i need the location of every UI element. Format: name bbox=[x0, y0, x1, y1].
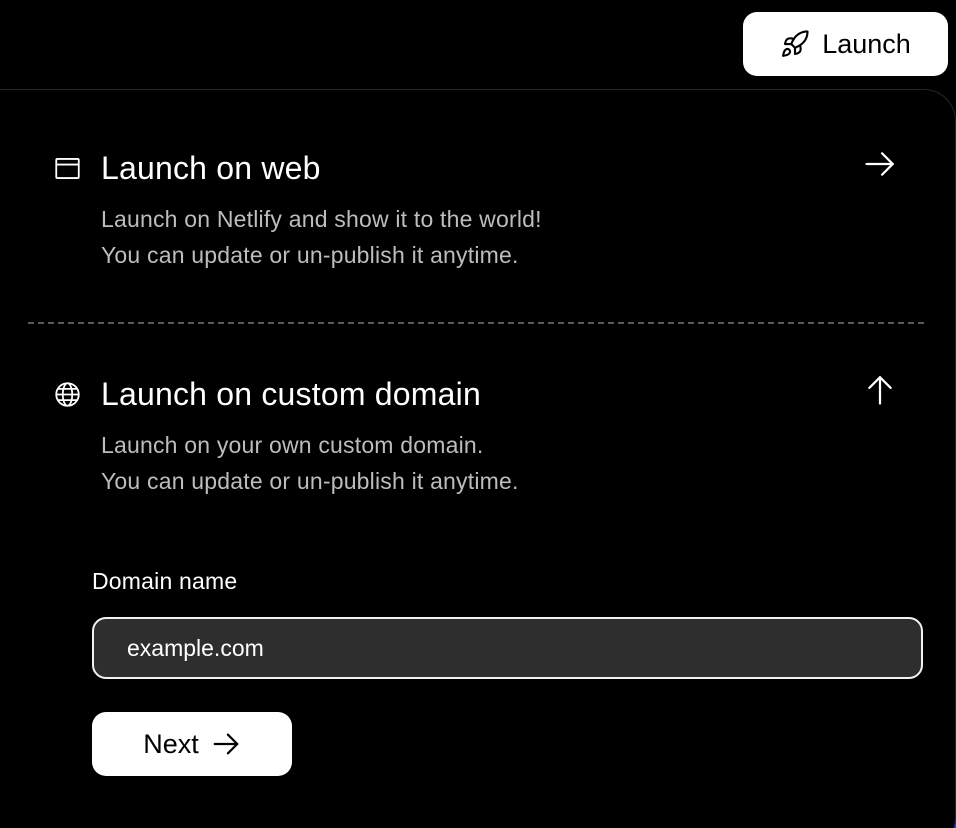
domain-name-input[interactable] bbox=[92, 617, 923, 679]
next-button-label: Next bbox=[143, 728, 199, 759]
arrow-right-icon bbox=[863, 147, 897, 186]
description-line: Launch on your own custom domain. bbox=[101, 432, 484, 458]
option-launch-on-web[interactable]: Launch on web bbox=[54, 150, 321, 187]
description-line: You can update or un-publish it anytime. bbox=[101, 242, 519, 268]
globe-icon bbox=[54, 381, 81, 408]
domain-name-label: Domain name bbox=[92, 568, 238, 594]
launch-on-web-arrow-button[interactable] bbox=[862, 148, 898, 184]
option-launch-on-custom-domain[interactable]: Launch on custom domain bbox=[54, 376, 481, 413]
arrow-up-icon bbox=[863, 373, 897, 412]
option-description: Launch on your own custom domain. You ca… bbox=[101, 427, 519, 499]
arrow-right-icon bbox=[211, 729, 241, 759]
description-line: Launch on Netlify and show it to the wor… bbox=[101, 206, 542, 232]
launch-screen: Launch Launch on web Launch on Netlify a… bbox=[0, 0, 956, 828]
rocket-icon bbox=[780, 29, 810, 59]
browser-window-icon bbox=[54, 155, 81, 182]
description-line: You can update or un-publish it anytime. bbox=[101, 468, 519, 494]
option-description: Launch on Netlify and show it to the wor… bbox=[101, 201, 542, 273]
option-title: Launch on web bbox=[101, 150, 321, 186]
section-divider bbox=[28, 322, 924, 324]
option-title: Launch on custom domain bbox=[101, 376, 481, 412]
collapse-custom-domain-button[interactable] bbox=[862, 374, 898, 410]
launch-button[interactable]: Launch bbox=[743, 12, 948, 76]
launch-button-label: Launch bbox=[822, 28, 911, 59]
next-button[interactable]: Next bbox=[92, 712, 292, 776]
